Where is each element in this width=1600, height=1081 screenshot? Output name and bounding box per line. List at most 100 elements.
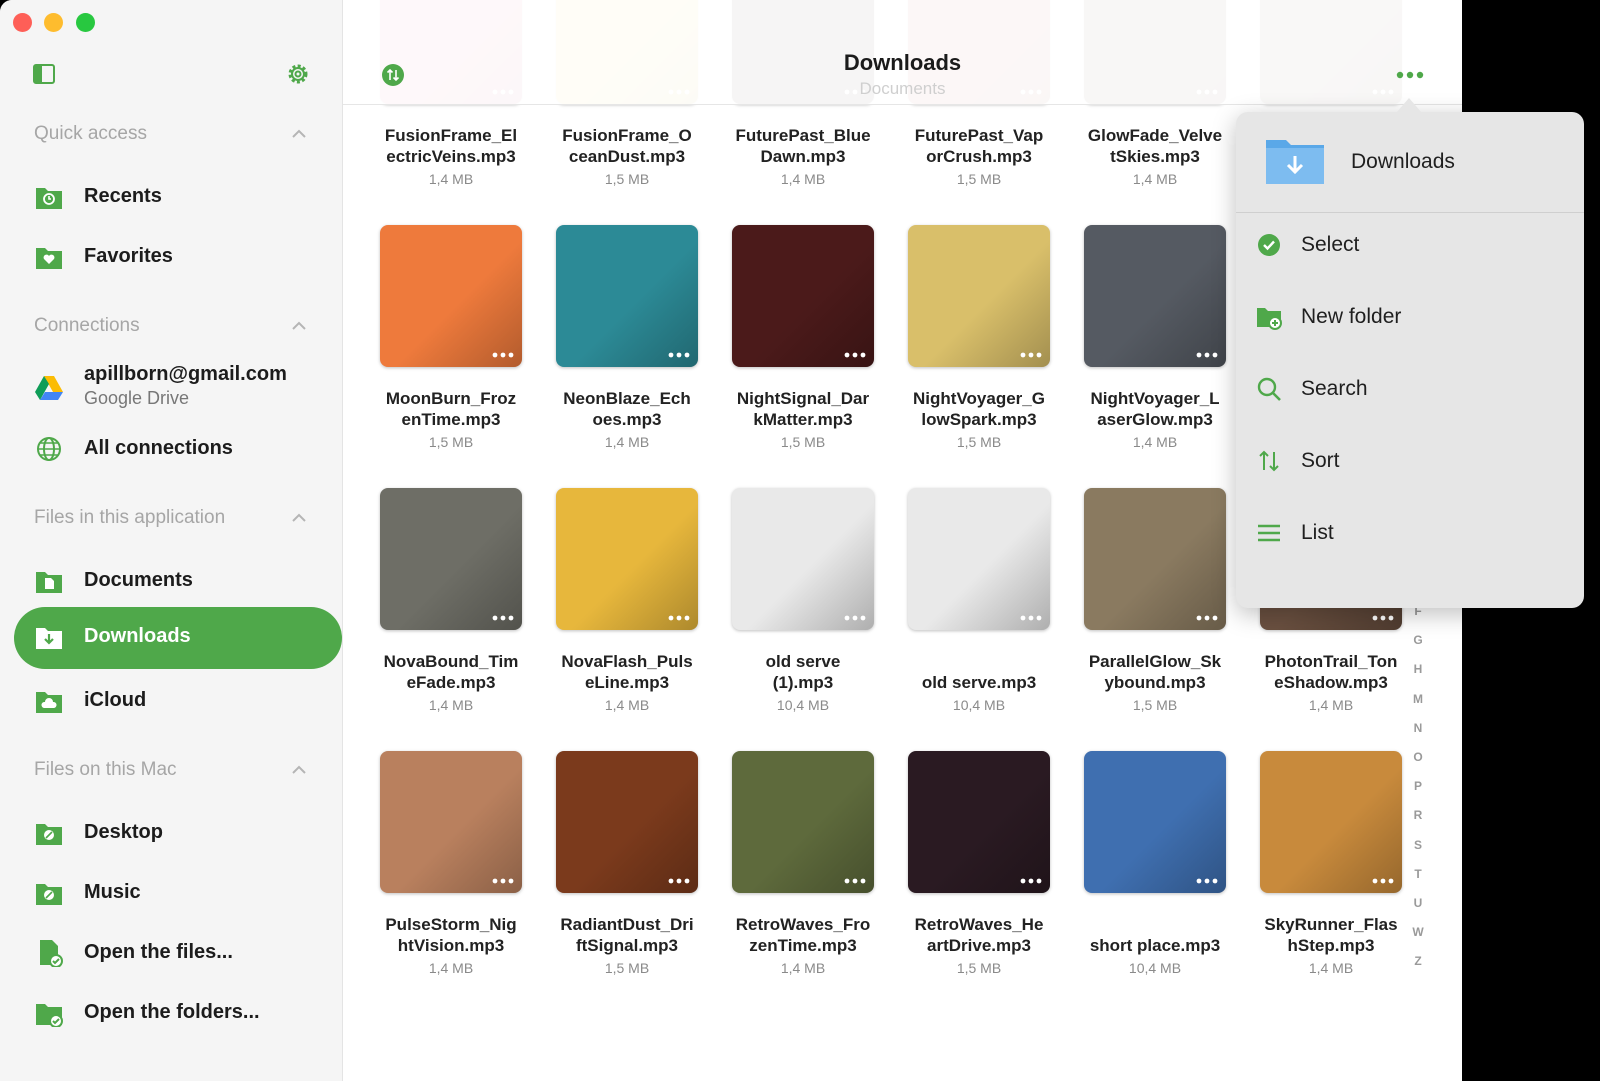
sidebar-item-recents[interactable]: Recents bbox=[14, 166, 342, 228]
file-tile[interactable]: NovaBound_Tim eFade.mp3 1,4 MB bbox=[343, 454, 523, 713]
alphabet-letter[interactable]: S bbox=[1408, 838, 1428, 852]
alphabet-letter[interactable]: M bbox=[1408, 692, 1428, 706]
more-options-icon[interactable] bbox=[1020, 877, 1042, 885]
file-thumbnail[interactable] bbox=[380, 488, 522, 630]
section-title-quick-access: Quick access bbox=[34, 123, 147, 144]
menu-item-sort[interactable]: Sort bbox=[1236, 428, 1584, 492]
alphabet-letter[interactable]: R bbox=[1408, 808, 1428, 822]
minimize-window-button[interactable] bbox=[44, 13, 63, 32]
desktop-folder-icon bbox=[36, 824, 62, 845]
alphabet-letter[interactable]: H bbox=[1408, 662, 1428, 676]
file-tile[interactable]: NeonBlaze_Ech oes.mp3 1,4 MB bbox=[519, 191, 699, 450]
file-tile[interactable]: short place.mp3 10,4 MB bbox=[1047, 717, 1227, 976]
file-thumbnail[interactable] bbox=[1084, 751, 1226, 893]
file-tile[interactable]: SkyRunner_Flas hStep.mp3 1,4 MB bbox=[1223, 717, 1403, 976]
file-size: 1,4 MB bbox=[428, 697, 474, 713]
alphabet-letter[interactable]: O bbox=[1408, 750, 1428, 764]
menu-item-new-folder[interactable]: New folder bbox=[1236, 284, 1584, 348]
file-thumbnail[interactable] bbox=[1084, 488, 1226, 630]
more-options-icon[interactable] bbox=[1196, 614, 1218, 622]
file-thumbnail[interactable] bbox=[732, 488, 874, 630]
sidebar-item-icloud[interactable]: iCloud bbox=[14, 670, 342, 732]
section-title-connections: Connections bbox=[34, 315, 140, 336]
more-options-icon[interactable] bbox=[492, 614, 514, 622]
file-tile[interactable]: NovaFlash_Puls eLine.mp3 1,4 MB bbox=[519, 454, 699, 713]
alphabet-letter[interactable]: P bbox=[1408, 779, 1428, 793]
sidebar-item-open-folders[interactable]: Open the folders... bbox=[14, 982, 342, 1044]
sidebar-item-music[interactable]: Music bbox=[14, 862, 342, 924]
more-options-icon[interactable] bbox=[1372, 614, 1394, 622]
file-tile[interactable]: old serve.mp3 10,4 MB bbox=[871, 454, 1051, 713]
file-thumbnail[interactable] bbox=[1260, 751, 1402, 893]
alphabet-letter[interactable]: Z bbox=[1408, 954, 1428, 968]
file-tile[interactable]: MoonBurn_Froz enTime.mp3 1,5 MB bbox=[343, 191, 523, 450]
sidebar-item-all-connections[interactable]: All connections bbox=[14, 418, 342, 480]
file-tile[interactable]: NightVoyager_L aserGlow.mp3 1,4 MB bbox=[1047, 191, 1227, 450]
more-options-icon[interactable] bbox=[492, 877, 514, 885]
more-options-icon[interactable] bbox=[1196, 877, 1218, 885]
file-thumbnail[interactable] bbox=[556, 225, 698, 367]
file-tile[interactable]: NightSignal_Dar kMatter.mp3 1,5 MB bbox=[695, 191, 875, 450]
file-tile[interactable]: ParallelGlow_Sk ybound.mp3 1,5 MB bbox=[1047, 454, 1227, 713]
file-name-line1: RetroWaves_He bbox=[914, 915, 1044, 934]
file-thumbnail[interactable] bbox=[556, 488, 698, 630]
file-thumbnail[interactable] bbox=[908, 488, 1050, 630]
sidebar-item-documents[interactable]: Documents bbox=[14, 550, 342, 612]
file-name-line2: Dawn.mp3 bbox=[760, 147, 846, 166]
alphabet-letter[interactable]: N bbox=[1408, 721, 1428, 735]
file-thumbnail[interactable] bbox=[1084, 225, 1226, 367]
more-options-icon[interactable] bbox=[844, 351, 866, 359]
file-tile[interactable]: old serve (1).mp3 10,4 MB bbox=[695, 454, 875, 713]
more-options-icon[interactable] bbox=[492, 351, 514, 359]
file-thumbnail[interactable] bbox=[380, 225, 522, 367]
chevron-up-icon[interactable] bbox=[292, 321, 306, 331]
more-options-icon[interactable] bbox=[1196, 351, 1218, 359]
alphabet-letter[interactable]: U bbox=[1408, 896, 1428, 910]
more-options-icon[interactable] bbox=[844, 614, 866, 622]
file-thumbnail[interactable] bbox=[908, 225, 1050, 367]
file-thumbnail[interactable] bbox=[908, 751, 1050, 893]
file-tile[interactable]: PulseStorm_Nig htVision.mp3 1,4 MB bbox=[343, 717, 523, 976]
more-options-icon[interactable] bbox=[668, 614, 690, 622]
file-thumbnail[interactable] bbox=[380, 751, 522, 893]
more-options-icon[interactable] bbox=[668, 877, 690, 885]
zoom-window-button[interactable] bbox=[76, 13, 95, 32]
more-options-icon[interactable] bbox=[1396, 70, 1424, 80]
close-window-button[interactable] bbox=[13, 13, 32, 32]
menu-item-label: New folder bbox=[1301, 305, 1402, 328]
sidebar-item-favorites[interactable]: Favorites bbox=[14, 226, 342, 288]
file-tile[interactable]: RetroWaves_He artDrive.mp3 1,5 MB bbox=[871, 717, 1051, 976]
file-name-line1: NeonBlaze_Ech bbox=[563, 389, 691, 408]
more-options-icon[interactable] bbox=[1020, 614, 1042, 622]
file-thumbnail[interactable] bbox=[556, 751, 698, 893]
file-name-line2: eFade.mp3 bbox=[406, 673, 496, 692]
sidebar-item-downloads[interactable]: Downloads bbox=[14, 607, 342, 669]
alphabet-letter[interactable]: G bbox=[1408, 633, 1428, 647]
file-thumbnail[interactable] bbox=[732, 225, 874, 367]
more-options-icon[interactable] bbox=[1020, 351, 1042, 359]
menu-item-search[interactable]: Search bbox=[1236, 356, 1584, 420]
gear-icon[interactable] bbox=[286, 62, 310, 86]
globe-icon bbox=[37, 437, 61, 461]
sidebar-item-open-files[interactable]: Open the files... bbox=[14, 922, 342, 984]
chevron-up-icon[interactable] bbox=[292, 765, 306, 775]
alphabet-letter[interactable]: W bbox=[1408, 925, 1428, 939]
menu-item-select[interactable]: Select bbox=[1236, 212, 1584, 276]
file-size: 1,4 MB bbox=[1308, 697, 1354, 713]
sidebar-item-desktop[interactable]: Desktop bbox=[14, 802, 342, 864]
more-options-icon[interactable] bbox=[1372, 877, 1394, 885]
file-tile[interactable]: NightVoyager_G lowSpark.mp3 1,5 MB bbox=[871, 191, 1051, 450]
menu-item-list[interactable]: List bbox=[1236, 500, 1584, 564]
sidebar-toggle-icon[interactable] bbox=[33, 64, 55, 84]
more-options-icon[interactable] bbox=[844, 877, 866, 885]
file-size: 1,5 MB bbox=[956, 434, 1002, 450]
file-name-line1: MoonBurn_Froz bbox=[385, 389, 517, 408]
more-options-icon[interactable] bbox=[668, 351, 690, 359]
chevron-up-icon[interactable] bbox=[292, 513, 306, 523]
chevron-up-icon[interactable] bbox=[292, 129, 306, 139]
file-tile[interactable]: RadiantDust_Dri ftSignal.mp3 1,5 MB bbox=[519, 717, 699, 976]
alphabet-letter[interactable]: T bbox=[1408, 867, 1428, 881]
file-thumbnail[interactable] bbox=[732, 751, 874, 893]
file-tile[interactable]: RetroWaves_Fro zenTime.mp3 1,4 MB bbox=[695, 717, 875, 976]
file-size: 1,4 MB bbox=[428, 171, 474, 187]
